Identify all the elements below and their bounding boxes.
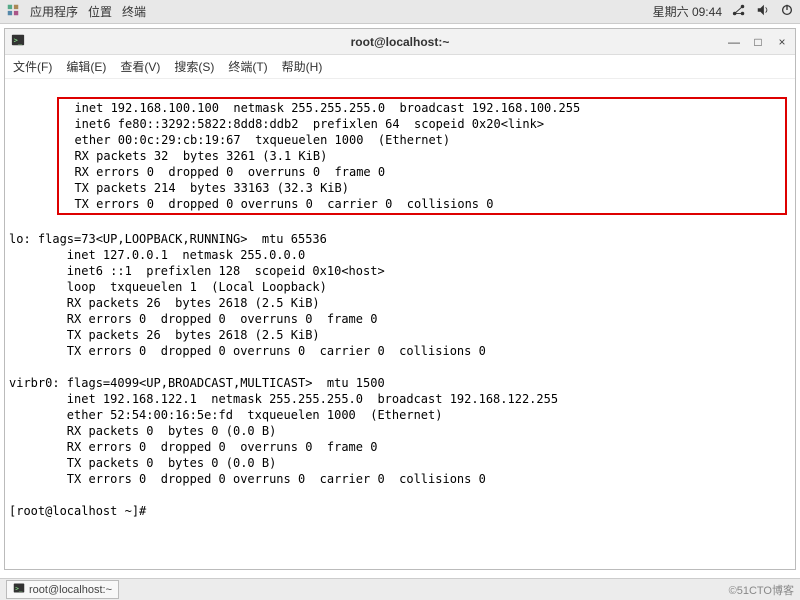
power-icon[interactable] [780, 3, 794, 20]
terminal-output[interactable]: inet 192.168.100.100 netmask 255.255.255… [5, 79, 795, 569]
menu-view[interactable]: 查看(V) [120, 58, 160, 75]
taskbar-item-terminal[interactable]: >_ root@localhost:~ [6, 580, 119, 599]
taskbar: >_ root@localhost:~ ©51CTO博客 [0, 578, 800, 600]
menu-terminal[interactable]: 终端(T) [228, 58, 267, 75]
highlighted-interface-block: inet 192.168.100.100 netmask 255.255.255… [57, 97, 787, 215]
activities-icon [6, 3, 20, 20]
menu-places[interactable]: 位置 [88, 3, 112, 20]
menu-applications[interactable]: 应用程序 [30, 3, 78, 20]
svg-text:>_: >_ [15, 585, 23, 592]
terminal-window: >_ root@localhost:~ — □ × 文件(F) 编辑(E) 查看… [4, 28, 796, 570]
menu-terminal[interactable]: 终端 [122, 3, 146, 20]
titlebar[interactable]: >_ root@localhost:~ — □ × [5, 29, 795, 55]
taskbar-item-label: root@localhost:~ [29, 584, 112, 596]
menubar: 文件(F) 编辑(E) 查看(V) 搜索(S) 终端(T) 帮助(H) [5, 55, 795, 79]
menu-edit[interactable]: 编辑(E) [66, 58, 106, 75]
system-bar: 应用程序 位置 终端 星期六 09:44 [0, 0, 800, 24]
network-icon[interactable] [732, 3, 746, 20]
menu-search[interactable]: 搜索(S) [174, 58, 214, 75]
watermark: ©51CTO博客 [729, 582, 794, 598]
clock[interactable]: 星期六 09:44 [653, 3, 722, 20]
window-title: root@localhost:~ [5, 35, 795, 49]
volume-icon[interactable] [756, 3, 770, 20]
taskbar-terminal-icon: >_ [13, 582, 25, 597]
menu-file[interactable]: 文件(F) [13, 58, 52, 75]
menu-help[interactable]: 帮助(H) [282, 58, 323, 75]
